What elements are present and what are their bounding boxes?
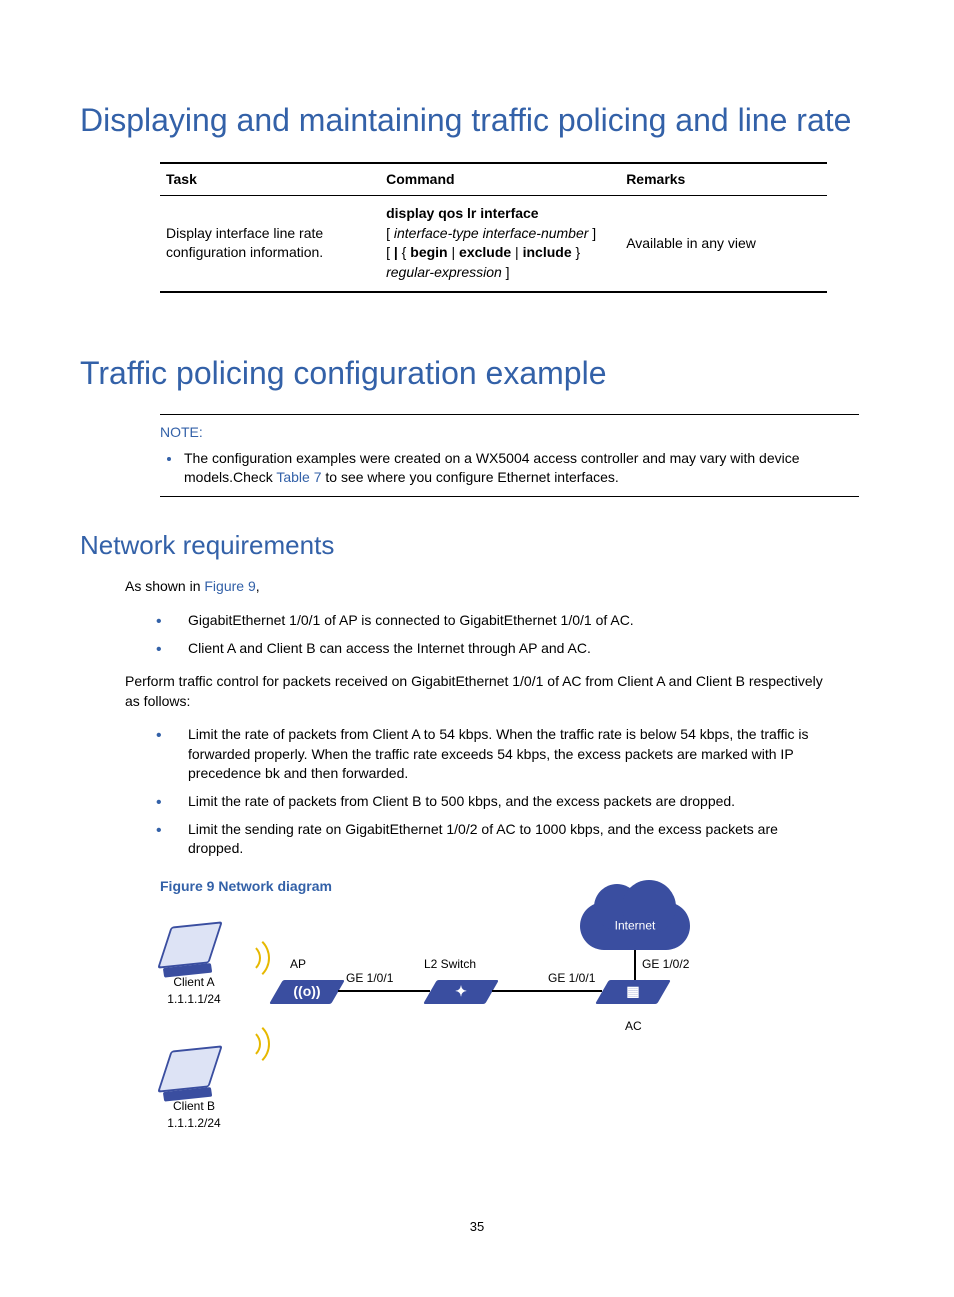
connector-line — [338, 990, 430, 992]
th-command: Command — [380, 163, 620, 196]
text: Client A — [173, 975, 214, 989]
wifi-arc — [231, 943, 261, 973]
td-remarks: Available in any view — [620, 196, 827, 292]
cmd-text: exclude — [459, 244, 511, 260]
cmd-text: begin — [410, 244, 447, 260]
page-number: 35 — [80, 1218, 874, 1236]
label-ac: AC — [625, 1018, 642, 1035]
label-client-b: Client B 1.1.1.2/24 — [158, 1098, 230, 1132]
figure-caption: Figure 9 Network diagram — [160, 877, 874, 897]
text: Client B — [173, 1099, 215, 1113]
text: 1.1.1.1/24 — [167, 992, 220, 1006]
cloud-icon: Internet — [580, 902, 690, 950]
label-l2: L2 Switch — [424, 956, 476, 973]
bullet-list-b: Limit the rate of packets from Client A … — [150, 725, 825, 859]
ac-icon: ▦ — [595, 980, 671, 1004]
intro-text: , — [256, 578, 260, 594]
note-box: NOTE: The configuration examples were cr… — [160, 414, 859, 497]
th-task: Task — [160, 163, 380, 196]
arrows-icon: ✦ — [455, 983, 467, 1003]
link-figure9[interactable]: Figure 9 — [204, 578, 255, 594]
switch-icon: ✦ — [423, 980, 499, 1004]
note-label: NOTE: — [160, 423, 859, 443]
network-diagram: Client A 1.1.1.1/24 Client B 1.1.1.2/24 … — [160, 908, 720, 1168]
label-client-a: Client A 1.1.1.1/24 — [158, 974, 230, 1008]
heading-network-req: Network requirements — [80, 527, 874, 563]
intro-text: As shown in — [125, 578, 204, 594]
wifi-glyph-icon: ((o)) — [293, 983, 320, 1003]
td-command: display qos lr interface [ interface-typ… — [380, 196, 620, 292]
label-internet: Internet — [615, 918, 656, 935]
cmd-text: include — [523, 244, 572, 260]
list-item: GigabitEthernet 1/0/1 of AP is connected… — [150, 611, 825, 631]
laptop-icon — [157, 1046, 223, 1093]
note-text: to see where you configure Ethernet inte… — [322, 469, 619, 485]
heading-displaying: Displaying and maintaining traffic polic… — [80, 100, 874, 142]
list-item: Limit the rate of packets from Client B … — [150, 792, 825, 812]
td-task: Display interface line rate configuratio… — [160, 196, 380, 292]
paragraph: Perform traffic control for packets rece… — [125, 672, 840, 711]
laptop-icon — [157, 922, 223, 969]
label-ge101b: GE 1/0/1 — [548, 970, 595, 987]
link-table7[interactable]: Table 7 — [276, 469, 321, 485]
connector-line — [492, 990, 602, 992]
cmd-text: interface-type interface-number — [394, 225, 589, 241]
intro-line: As shown in Figure 9, — [125, 577, 840, 597]
label-ge102: GE 1/0/2 — [642, 956, 689, 973]
label-ap: AP — [290, 956, 306, 973]
cmd-text: regular-expression — [386, 264, 502, 280]
command-table: Task Command Remarks Display interface l… — [160, 162, 827, 293]
th-remarks: Remarks — [620, 163, 827, 196]
list-item: Client A and Client B can access the Int… — [150, 639, 825, 659]
cmd-text: display qos lr interface — [386, 205, 539, 221]
text: 1.1.1.2/24 — [167, 1116, 220, 1130]
list-item: Limit the sending rate on GigabitEtherne… — [150, 820, 825, 859]
list-item: Limit the rate of packets from Client A … — [150, 725, 825, 784]
heading-example: Traffic policing configuration example — [80, 353, 874, 395]
ap-icon: ((o)) — [269, 980, 345, 1004]
table-row: Display interface line rate configuratio… — [160, 196, 827, 292]
wifi-arc — [231, 1029, 261, 1059]
bullet-list-a: GigabitEthernet 1/0/1 of AP is connected… — [150, 611, 825, 658]
server-glyph-icon: ▦ — [626, 983, 639, 1003]
note-item: The configuration examples were created … — [182, 449, 859, 488]
label-ge101: GE 1/0/1 — [346, 970, 393, 987]
